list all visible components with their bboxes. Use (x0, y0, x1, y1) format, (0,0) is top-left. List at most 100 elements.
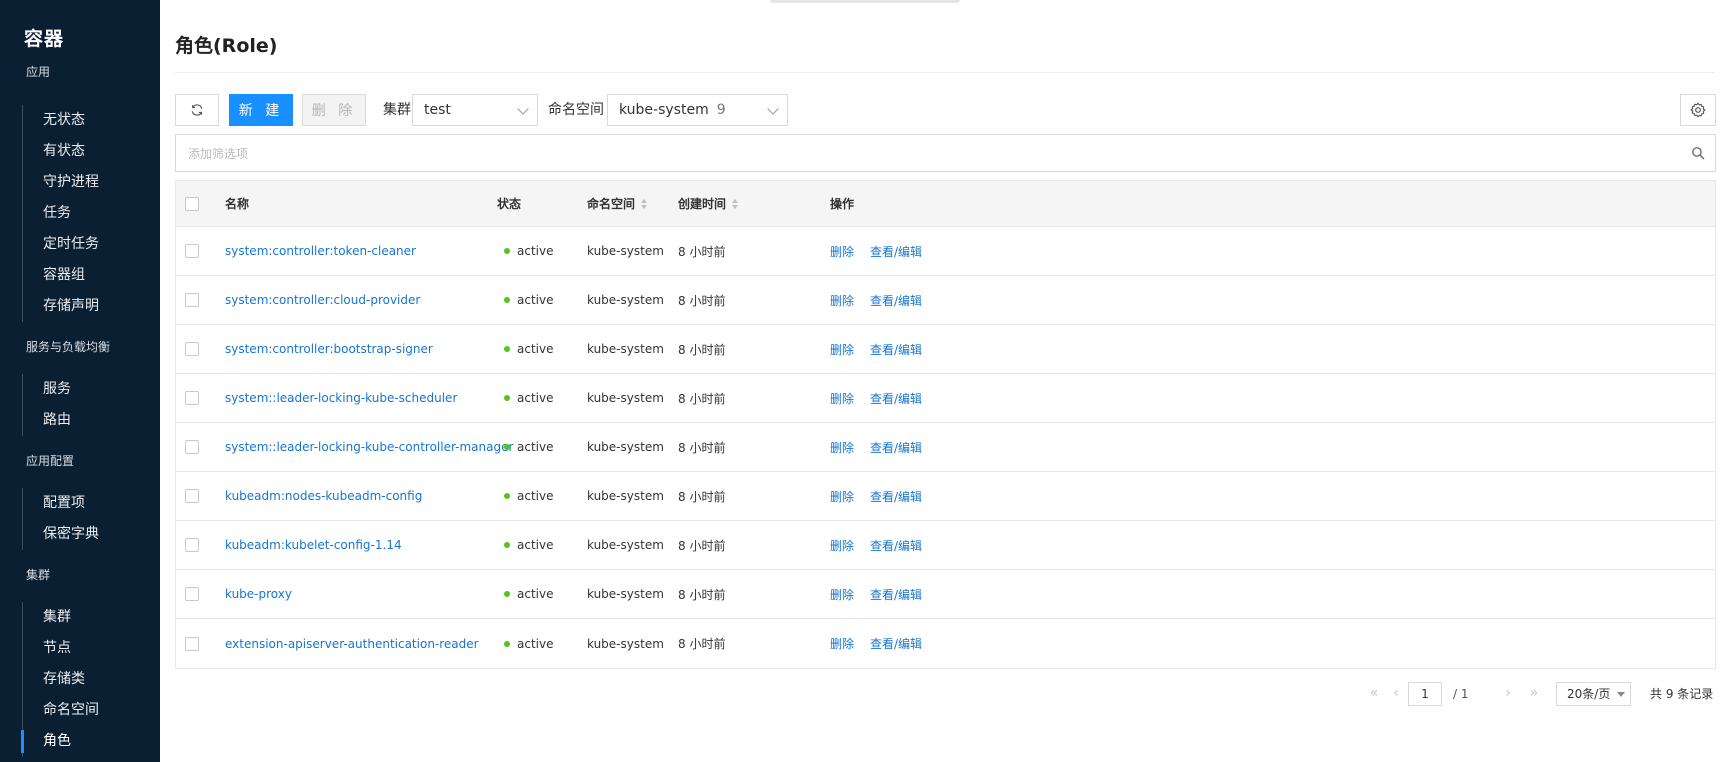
status-cell: active (497, 227, 553, 275)
role-name-cell: system::leader-locking-kube-controller-m… (225, 423, 513, 471)
role-name-link[interactable]: system:controller:bootstrap-signer (225, 342, 433, 356)
sort-icon[interactable] (731, 198, 739, 210)
role-name-link[interactable]: system::leader-locking-kube-scheduler (225, 391, 457, 405)
role-name-cell: system::leader-locking-kube-scheduler (225, 374, 457, 422)
row-view-edit-link[interactable]: 查看/编辑 (870, 390, 922, 407)
last-page-icon[interactable]: » (1526, 680, 1542, 706)
sidebar-item-configmap[interactable]: 配置项 (23, 488, 99, 519)
row-checkbox-cell (185, 325, 199, 373)
sidebar-item-storageclass[interactable]: 存储类 (23, 664, 99, 695)
search-icon[interactable] (1691, 146, 1705, 160)
row-checkbox[interactable] (185, 587, 199, 601)
table-row: kubeadm:kubelet-config-1.14 active kube-sy… (176, 521, 1715, 570)
row-checkbox[interactable] (185, 538, 199, 552)
sidebar-item-job[interactable]: 任务 (23, 198, 99, 229)
status-text: active (517, 489, 554, 503)
title-divider (175, 72, 1715, 73)
column-header-created[interactable]: 创建时间 (678, 181, 739, 226)
sidebar-item-ingress[interactable]: 路由 (23, 405, 71, 436)
row-delete-link[interactable]: 删除 (830, 243, 854, 260)
row-checkbox[interactable] (185, 636, 199, 651)
next-page-icon[interactable]: › (1500, 680, 1516, 706)
sidebar-item-service[interactable]: 服务 (23, 374, 71, 405)
column-header-status: 状态 (497, 197, 522, 211)
row-delete-link[interactable]: 删除 (830, 635, 854, 652)
role-name-link[interactable]: kubeadm:kubelet-config-1.14 (225, 538, 402, 552)
status-cell: active (497, 276, 553, 324)
settings-button[interactable] (1680, 94, 1716, 126)
row-view-edit-link[interactable]: 查看/编辑 (870, 243, 922, 260)
row-view-edit-link[interactable]: 查看/编辑 (870, 537, 922, 554)
page-size-select[interactable]: 20条/页 (1556, 682, 1631, 706)
table-row: system::leader-locking-kube-scheduler act… (176, 374, 1715, 423)
sidebar-item-pvc[interactable]: 存储声明 (23, 291, 99, 322)
sidebar-item-role[interactable]: 角色 (21, 726, 99, 757)
delete-button[interactable]: 删 除 (302, 94, 366, 126)
status-text: active (517, 538, 554, 552)
table-row: system:controller:cloud-provider active ku… (176, 276, 1715, 325)
sort-icon[interactable] (640, 198, 648, 210)
row-view-edit-link[interactable]: 查看/编辑 (870, 586, 922, 603)
row-view-edit-link[interactable]: 查看/编辑 (870, 341, 922, 358)
sidebar-item-stateless[interactable]: 无状态 (23, 105, 99, 136)
column-header-created-label: 创建时间 (678, 197, 727, 211)
row-view-edit-link[interactable]: 查看/编辑 (870, 292, 922, 309)
role-name-cell: kubeadm:kubelet-config-1.14 (225, 521, 402, 569)
row-checkbox[interactable] (185, 342, 199, 356)
status-cell: active (497, 619, 553, 668)
namespace-cell: kube-system (587, 636, 664, 651)
role-name-link[interactable]: system:controller:cloud-provider (225, 293, 420, 307)
row-checkbox-cell (185, 374, 199, 422)
filter-input[interactable] (188, 144, 1668, 164)
namespace-cell: kube-system (587, 440, 664, 454)
sidebar-item-namespace[interactable]: 命名空间 (23, 695, 99, 726)
sidebar-item-pod[interactable]: 容器组 (23, 260, 99, 291)
namespace-select[interactable]: kube-system 9 (607, 94, 788, 126)
sidebar-app-title: 容器 (24, 28, 65, 50)
sidebar-item-stateful[interactable]: 有状态 (23, 136, 99, 167)
table-body: system:controller:token-cleaner active kub… (176, 227, 1715, 668)
row-delete-link[interactable]: 删除 (830, 341, 854, 358)
actions-cell: 删除 查看/编辑 (830, 276, 938, 324)
row-delete-link[interactable]: 删除 (830, 488, 854, 505)
sidebar-item-cluster[interactable]: 集群 (23, 602, 99, 633)
row-delete-link[interactable]: 删除 (830, 390, 854, 407)
row-checkbox[interactable] (185, 391, 199, 405)
new-button[interactable]: 新 建 (229, 94, 293, 126)
first-page-icon[interactable]: « (1366, 680, 1382, 706)
row-checkbox[interactable] (185, 244, 199, 258)
roles-table: 名称 状态 命名空间 创建时间 操作 system:controller:tok… (175, 180, 1716, 669)
row-view-edit-link[interactable]: 查看/编辑 (870, 439, 922, 456)
row-delete-link[interactable]: 删除 (830, 586, 854, 603)
namespace-cell: kube-system (587, 342, 664, 356)
row-checkbox[interactable] (185, 489, 199, 503)
role-name-link[interactable]: system::leader-locking-kube-controller-m… (225, 440, 513, 454)
created-time-cell: 8 小时前 (678, 538, 726, 553)
row-checkbox-cell (185, 423, 199, 471)
row-checkbox[interactable] (185, 293, 199, 307)
status-cell: active (497, 423, 553, 471)
row-delete-link[interactable]: 删除 (830, 537, 854, 554)
role-name-link[interactable]: kube-proxy (225, 587, 292, 601)
prev-page-icon[interactable]: ‹ (1388, 680, 1404, 706)
sidebar-item-daemonset[interactable]: 守护进程 (23, 167, 99, 198)
row-view-edit-link[interactable]: 查看/编辑 (870, 488, 922, 505)
role-name-link[interactable]: system:controller:token-cleaner (225, 244, 416, 258)
row-delete-link[interactable]: 删除 (830, 439, 854, 456)
sidebar-item-secret[interactable]: 保密字典 (23, 519, 99, 550)
cluster-select[interactable]: test (412, 94, 538, 126)
status-dot-icon (504, 542, 510, 548)
cluster-select-value: test (424, 102, 451, 118)
row-view-edit-link[interactable]: 查看/编辑 (870, 635, 922, 652)
select-all-checkbox[interactable] (185, 196, 199, 211)
column-header-namespace[interactable]: 命名空间 (587, 181, 648, 226)
sidebar-item-node[interactable]: 节点 (23, 633, 99, 664)
role-name-link[interactable]: kubeadm:nodes-kubeadm-config (225, 489, 422, 503)
page-number-input[interactable] (1408, 682, 1442, 706)
row-delete-link[interactable]: 删除 (830, 292, 854, 309)
row-checkbox[interactable] (185, 440, 199, 454)
refresh-button[interactable] (175, 94, 219, 126)
sidebar-group-cluster: 集群 节点 存储类 命名空间 角色 (21, 602, 99, 757)
role-name-link[interactable]: extension-apiserver-authentication-reade… (225, 637, 479, 651)
sidebar-item-cronjob[interactable]: 定时任务 (23, 229, 99, 260)
